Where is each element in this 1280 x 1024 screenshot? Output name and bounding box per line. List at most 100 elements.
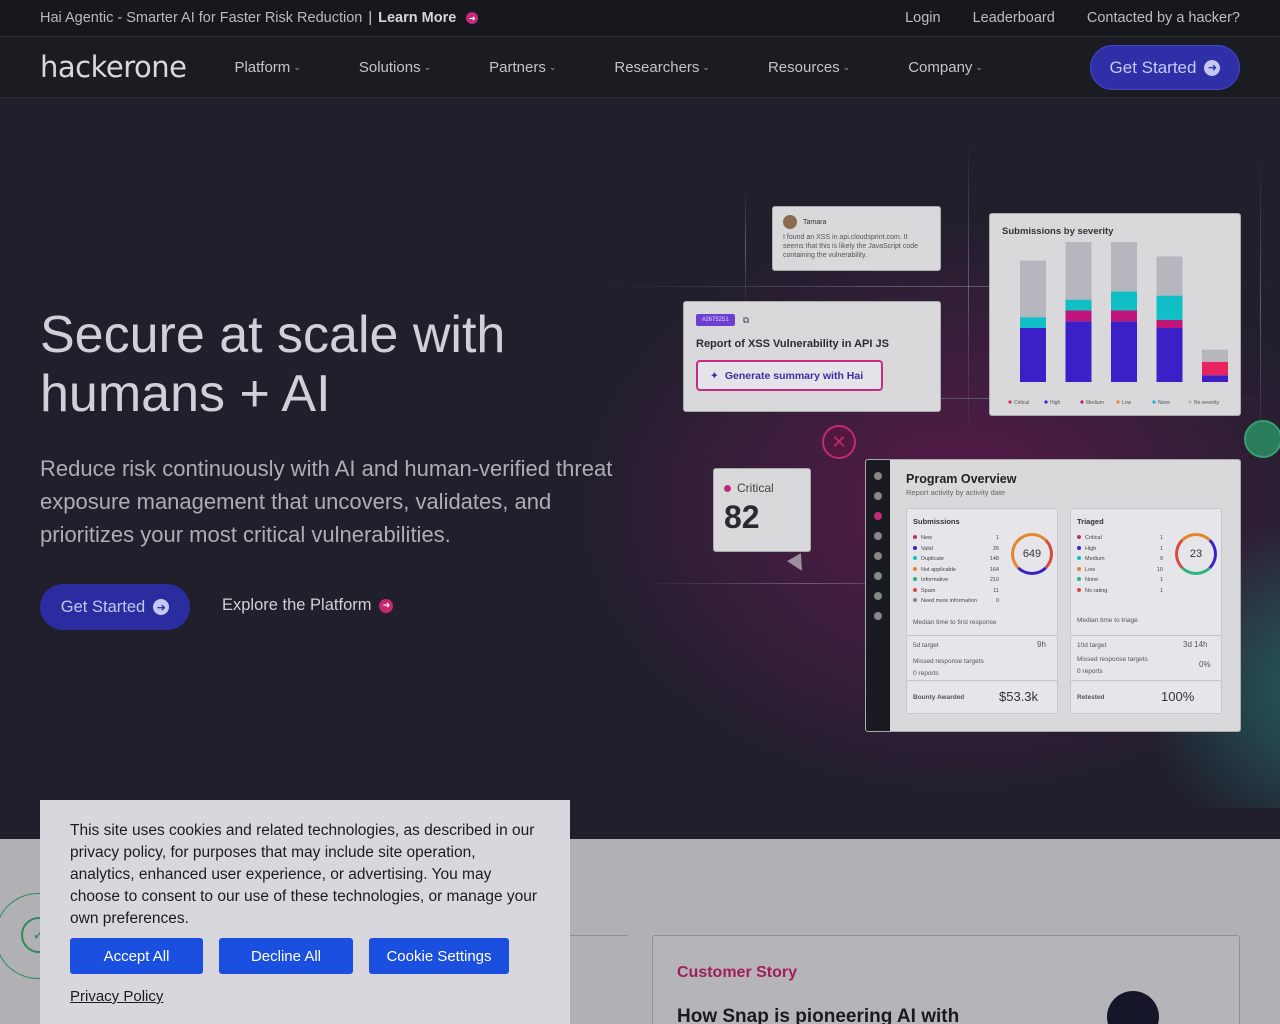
privacy-policy-link[interactable]: Privacy Policy (70, 988, 163, 1005)
hero-subtitle: Reduce risk continuously with AI and hum… (40, 456, 613, 547)
close-icon: ✕ (822, 425, 856, 459)
severity-chart-card: Submissions by severity Critical High Medi… (989, 213, 1241, 416)
list-row: High 1 (1077, 544, 1163, 555)
cursor-icon (787, 553, 809, 575)
list-row-value: 148 (989, 556, 999, 562)
sidebar-dot-icon (874, 572, 882, 580)
generate-summary-label: Generate summary with Hai (724, 369, 864, 382)
announcement[interactable]: Hai Agentic - Smarter AI for Faster Risk… (40, 10, 479, 26)
hero-section: Secure at scale with humans + AI Reduce … (0, 98, 1280, 839)
bar-segment-medium (1065, 310, 1092, 322)
list-row: Spam 11 (913, 586, 999, 597)
nav-item-solutions[interactable]: Solutions ⌄ (359, 59, 431, 76)
utility-links: Login Leaderboard Contacted by a hacker? (905, 10, 1240, 26)
chevron-down-icon: ⌄ (293, 61, 301, 72)
get-started-button[interactable]: Get Started ➜ (1090, 45, 1240, 90)
sparkle-icon: ✦ (710, 369, 719, 382)
bounty-panel: Bounty Awarded $53.3k (906, 680, 1058, 714)
retested-panel: Retested 100% (1070, 680, 1222, 714)
list-row-value: 26 (992, 545, 999, 552)
login-link[interactable]: Login (905, 10, 940, 26)
legend-dot-icon (1188, 400, 1192, 404)
accept-all-button[interactable]: Accept All (70, 938, 203, 974)
critical-card: Critical 82 (713, 468, 811, 552)
missed-triage-value: 0 reports (1077, 668, 1103, 675)
list-row-label: None (1077, 575, 1098, 586)
customer-story-card[interactable]: Customer Story How Snap is pioneering AI… (652, 935, 1240, 1024)
comment-author: Tamara (803, 218, 827, 226)
legend-dot-icon (1008, 400, 1012, 404)
contacted-by-hacker-link[interactable]: Contacted by a hacker? (1087, 10, 1240, 26)
list-row-label: Low (1077, 565, 1095, 576)
list-row-label: Informative (913, 575, 948, 586)
list-row-label: Spam (913, 586, 935, 597)
list-row-value: 0 (995, 598, 999, 604)
nav-item-label: Partners (489, 58, 546, 76)
nav-item-partners[interactable]: Partners ⌄ (489, 59, 556, 76)
story-image (1107, 991, 1159, 1024)
list-row: Duplicate 148 (913, 554, 999, 565)
legend-dot-icon (1116, 400, 1120, 404)
missed-first-value: 0 reports (913, 670, 939, 677)
submissions-panel: Submissions New 1 Valid 26 Duplicate 148 Not a… (906, 508, 1058, 636)
learn-more-link[interactable]: Learn More (378, 10, 456, 26)
nav-item-company[interactable]: Company ⌄ (908, 59, 983, 76)
chevron-down-icon: ⌄ (842, 61, 851, 72)
nav-item-platform[interactable]: Platform ⌄ (234, 59, 300, 76)
submissions-title: Submissions (913, 517, 960, 526)
severity-chart: Critical High Medium Low None No severity (1008, 242, 1228, 406)
announcement-text: Hai Agentic - Smarter AI for Faster Risk… (40, 10, 363, 26)
legend-label: Medium (1086, 400, 1104, 406)
bar-segment-high (1156, 328, 1183, 382)
sidebar-dot-icon (874, 492, 882, 500)
comment-text: I found an XSS in api.cloudsprint.com. I… (783, 234, 919, 259)
bar-segment-high (1111, 321, 1137, 382)
decor-line (968, 138, 969, 438)
nav-item-label: Company (908, 58, 973, 76)
triaged-total: 23 (1189, 548, 1203, 560)
list-row-value: 164 (989, 566, 999, 573)
bounty-value: $53.3k (999, 689, 1039, 704)
story-title: How Snap is pioneering AI with (677, 1006, 960, 1024)
list-row: Medium 9 (1077, 554, 1163, 565)
triaged-list: Critical 1 High 1 Medium 9 Low 10 None 1 No rating… (1077, 533, 1163, 596)
hero-get-started-label: Get Started (60, 597, 146, 616)
decor-line (1260, 158, 1261, 458)
green-badge (1244, 420, 1280, 458)
bar-segment-none (1111, 291, 1137, 311)
announcement-bar: Hai Agentic - Smarter AI for Faster Risk… (0, 0, 1280, 37)
critical-dot-icon (724, 484, 731, 492)
list-row-label: Duplicate (913, 554, 944, 565)
nav-item-label: Researchers (614, 58, 700, 76)
nav-item-researchers[interactable]: Researchers ⌄ (614, 59, 710, 76)
list-row-label: Medium (1077, 554, 1105, 565)
missed-first-label: Missed response targets (913, 658, 984, 665)
nav-menu: Platform ⌄ Solutions ⌄ Partners ⌄ Researche… (234, 59, 1041, 76)
arrow-right-icon: ➜ (379, 598, 394, 613)
bar-segment-no-severity (1065, 242, 1092, 300)
cookie-settings-button[interactable]: Cookie Settings (369, 938, 509, 974)
report-tag: #2675251 (696, 314, 735, 326)
chevron-down-icon: ⌄ (702, 61, 710, 72)
leaderboard-link[interactable]: Leaderboard (973, 10, 1055, 26)
triaged-title: Triaged (1077, 517, 1104, 526)
submissions-total: 649 (1022, 548, 1042, 560)
list-row-value: 1 (995, 535, 999, 541)
nav-item-label: Platform (234, 58, 291, 76)
chart-title: Submissions by severity (1002, 226, 1114, 237)
submissions-list: New 1 Valid 26 Duplicate 148 Not applicable 164… (913, 533, 999, 607)
hero-get-started-button[interactable]: Get Started ➜ (40, 584, 190, 630)
hackerone-logo[interactable]: hackerone (40, 50, 187, 84)
explore-platform-link[interactable]: Explore the Platform ➜ (222, 596, 394, 615)
sidebar-dot-icon (874, 472, 882, 480)
decline-all-button[interactable]: Decline All (219, 938, 353, 974)
list-row-value: 1 (1159, 587, 1163, 594)
nav-item-resources[interactable]: Resources ⌄ (768, 59, 850, 76)
bar-segment-high (1065, 321, 1092, 382)
list-row: Valid 26 (913, 544, 999, 555)
generate-summary-button[interactable]: ✦ Generate summary with Hai (696, 360, 883, 391)
arrow-right-icon: ➜ (1204, 59, 1221, 76)
list-row: No rating 1 (1077, 586, 1163, 597)
retested-value: 100% (1161, 689, 1195, 704)
decor-line (745, 188, 746, 308)
